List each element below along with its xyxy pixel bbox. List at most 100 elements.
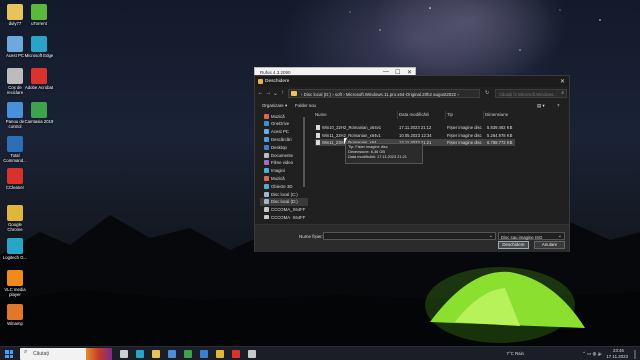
- nav-item[interactable]: Muzică: [260, 174, 308, 182]
- organize-menu[interactable]: Organizare ▾: [262, 103, 287, 109]
- desktop-icon-3[interactable]: Microsoft Edge: [24, 36, 54, 58]
- desktop-icon-10[interactable]: Google Chrome: [0, 205, 30, 232]
- tray-icons[interactable]: ⌃ ▭ ◍ 🔈: [582, 351, 603, 357]
- nav-item[interactable]: Filme video: [260, 159, 308, 167]
- logitech-icon: [7, 238, 23, 254]
- nav-item[interactable]: CCCOMA_X64FF: [260, 206, 308, 214]
- show-desktop-button[interactable]: [634, 350, 636, 359]
- camtasia-icon[interactable]: [184, 350, 192, 358]
- edge-icon[interactable]: [136, 350, 144, 358]
- navigation-scrollbar[interactable]: [303, 117, 305, 187]
- ccleaner-icon: [7, 168, 23, 184]
- dialog-footer: Nume fișier: ⌄ Disc sau imagine ISO ⌄ De…: [255, 224, 569, 252]
- windows-start-icon[interactable]: [5, 350, 13, 358]
- desktop-icon-7[interactable]: Camtasia 2019: [24, 102, 54, 124]
- music-icon: [264, 175, 269, 181]
- cancel-button[interactable]: Anulare: [534, 241, 565, 249]
- desktop-icon-11[interactable]: Logitech G...: [0, 238, 30, 260]
- column-header-type[interactable]: Tip: [447, 112, 453, 117]
- folder-icon: [291, 91, 297, 96]
- nav-item[interactable]: Acest PC: [260, 128, 308, 136]
- up-arrow-icon[interactable]: ↑: [279, 90, 286, 96]
- nav-item-label: Muzică: [271, 175, 285, 181]
- chevron-down-icon[interactable]: ⌄: [489, 233, 493, 239]
- column-header-size[interactable]: Dimensiune: [485, 112, 508, 117]
- chrome-icon[interactable]: [216, 350, 224, 358]
- file-explorer-icon[interactable]: [152, 350, 160, 358]
- file-row[interactable]: Win10_22H2_Romanian_x64v1 17.11.2023 21:1…: [315, 124, 515, 131]
- video-icon: [264, 160, 269, 166]
- desktop-icon-12[interactable]: VLC media player: [0, 270, 30, 297]
- file-type: Fișier imagine disc: [447, 125, 482, 130]
- nav-item[interactable]: Muzică: [260, 112, 308, 120]
- recycle-bin-icon: [7, 68, 23, 84]
- close-icon[interactable]: ✕: [560, 78, 565, 85]
- acrobat-icon[interactable]: [232, 350, 240, 358]
- dialog-titlebar[interactable]: Deschidere ✕: [255, 76, 569, 87]
- vlc-icon: [7, 270, 23, 286]
- column-separator[interactable]: [445, 111, 446, 119]
- nav-item[interactable]: Documente: [260, 151, 308, 159]
- nav-item[interactable]: Disc local (C:): [260, 190, 308, 198]
- mail-icon[interactable]: [200, 350, 208, 358]
- nav-item[interactable]: Imagini: [260, 167, 308, 175]
- forward-arrow-icon[interactable]: →: [265, 90, 272, 96]
- desktop-icon-13[interactable]: Winamp: [0, 304, 30, 326]
- nav-item[interactable]: Descărcări: [260, 135, 308, 143]
- search-icon: ⌕: [24, 349, 28, 355]
- taskbar-search-box[interactable]: ⌕ Căutați: [20, 348, 112, 360]
- weather-widget[interactable]: 7°C Rain: [506, 351, 524, 356]
- nav-item[interactable]: OneDrive: [260, 120, 308, 128]
- breadcrumb[interactable]: › Disc local (D:) › soft › Microsoft.Win…: [301, 92, 459, 97]
- nav-item[interactable]: CCCOMA_X64FF: [260, 213, 308, 219]
- chevron-down-icon[interactable]: ⌄: [558, 233, 562, 239]
- rufus-icon[interactable]: [248, 350, 256, 358]
- column-header-name[interactable]: Nume: [315, 112, 327, 117]
- help-icon[interactable]: ?: [557, 103, 559, 108]
- open-button[interactable]: Deschidere: [498, 241, 529, 249]
- desktop-icon-8[interactable]: Total Command...: [0, 136, 30, 163]
- search-icon[interactable]: ⌕: [561, 90, 564, 96]
- rufus-app-icon: [258, 79, 263, 84]
- task-view-icon[interactable]: [120, 350, 128, 358]
- column-separator[interactable]: [483, 111, 484, 119]
- store-icon[interactable]: [168, 350, 176, 358]
- search-highlight-image[interactable]: [86, 348, 112, 360]
- address-bar[interactable]: › Disc local (D:) › soft › Microsoft.Win…: [288, 89, 480, 98]
- address-row: ← → ⌄ ↑ › Disc local (D:) › soft › Micro…: [255, 88, 569, 100]
- search-box[interactable]: ⌕: [495, 89, 567, 98]
- nav-item[interactable]: Obiecte 3D: [260, 182, 308, 190]
- new-folder-button[interactable]: Folder nou: [295, 103, 316, 108]
- column-header-date[interactable]: Data modificării: [399, 112, 429, 117]
- chrome-icon: [7, 205, 23, 221]
- desktop-icon-label: uTorrent: [31, 21, 47, 26]
- clock-time[interactable]: 23:46: [613, 348, 624, 353]
- nav-item-label: Obiecte 3D: [271, 183, 293, 189]
- nav-item-label: Disc local (D:): [271, 199, 298, 205]
- utorrent-icon: [31, 4, 47, 20]
- clock-date[interactable]: 17.11.2023: [606, 354, 628, 359]
- total-commander-icon: [7, 136, 23, 152]
- desktop-icon-label: Total Command...: [3, 153, 27, 163]
- desktop-icon-1[interactable]: uTorrent: [24, 4, 54, 26]
- view-options-icon[interactable]: ▤ ▾: [537, 103, 545, 109]
- filename-input[interactable]: ⌄: [323, 232, 496, 240]
- tooltip-modified: Data modificării: 17.11.2023 21:21: [348, 153, 407, 159]
- desktop-icon-5[interactable]: Adobe Acrobat: [24, 68, 54, 90]
- search-input[interactable]: [499, 91, 559, 97]
- nav-item-label: Muzică: [271, 113, 285, 119]
- nav-item-label: CCCOMA_X64FF: [271, 214, 306, 219]
- filetype-select[interactable]: Disc sau imagine ISO ⌄: [498, 232, 565, 240]
- nav-item[interactable]: Disc local (D:): [260, 197, 308, 206]
- desktop-icon-9[interactable]: CCleaner: [0, 168, 30, 190]
- camtasia-icon: [31, 102, 47, 118]
- back-arrow-icon[interactable]: ←: [257, 90, 264, 96]
- nav-item-label: Filme video: [271, 160, 293, 166]
- nav-item-label: Disc local (C:): [271, 191, 298, 197]
- file-size: 5.839.462 KB: [487, 125, 513, 130]
- nav-item[interactable]: Desktop: [260, 143, 308, 151]
- nav-item-label: Documente: [271, 152, 293, 158]
- recent-locations-icon[interactable]: ⌄: [272, 90, 279, 97]
- refresh-icon[interactable]: ↻: [485, 90, 489, 96]
- column-separator[interactable]: [397, 111, 398, 119]
